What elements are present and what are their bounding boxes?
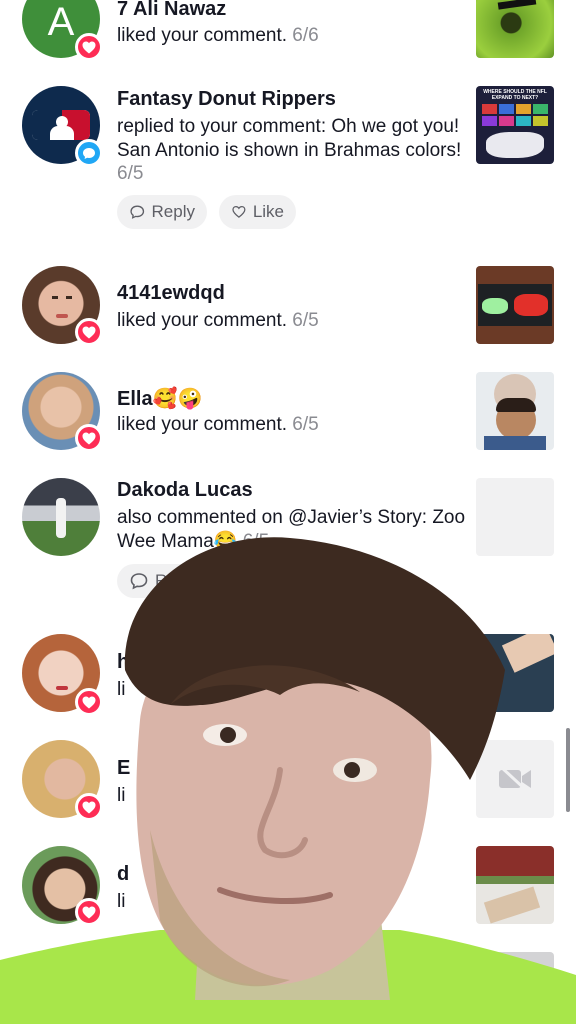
post-thumbnail[interactable] bbox=[476, 952, 554, 1024]
date: 6/5 bbox=[117, 163, 144, 184]
post-thumbnail[interactable] bbox=[476, 372, 554, 450]
username[interactable]: TG bbox=[117, 969, 145, 992]
notification-text: also commented on @Javier’s Story: Zoo W… bbox=[117, 506, 467, 553]
action-text: liked your comment. bbox=[117, 414, 288, 435]
username[interactable]: h bbox=[117, 651, 129, 674]
scrollbar[interactable] bbox=[566, 728, 570, 812]
heart-badge-icon bbox=[75, 898, 103, 926]
notification-text: liked your comment. 6/5 bbox=[117, 309, 467, 333]
post-thumbnail[interactable] bbox=[476, 634, 554, 712]
post-thumbnail[interactable] bbox=[476, 740, 554, 818]
username[interactable]: 7 Ali Nawaz bbox=[117, 0, 226, 21]
date: 6/5 bbox=[242, 530, 270, 552]
username[interactable]: Fantasy Donut Rippers bbox=[117, 88, 336, 111]
notification-text: li bbox=[117, 784, 467, 808]
action-text: replied to your comment: Oh we got you! … bbox=[117, 116, 462, 161]
notification-text: li bbox=[117, 678, 467, 702]
post-thumbnail[interactable] bbox=[476, 0, 554, 58]
username[interactable]: d bbox=[117, 863, 129, 886]
notification-text: liked your comment. 6/6 bbox=[117, 24, 467, 48]
post-thumbnail[interactable] bbox=[476, 266, 554, 344]
reply-button[interactable]: Reply bbox=[117, 195, 207, 229]
reply-label: Reply bbox=[151, 202, 195, 221]
thumbnail-label bbox=[497, 0, 537, 10]
post-thumbnail[interactable] bbox=[476, 846, 554, 924]
thumbnail-caption: WHERE SHOULD THE NFL EXPAND TO NEXT? bbox=[483, 89, 547, 101]
like-label: Like bbox=[252, 202, 284, 221]
action-text: also commented on @Javier’s Story: Zoo W… bbox=[117, 507, 466, 552]
notification-text: liked your comment. 6/5 bbox=[117, 413, 467, 437]
username[interactable]: 4141ewdqd bbox=[117, 282, 225, 305]
notification-text: replied to your comment: Oh we got you! … bbox=[117, 115, 467, 186]
heart-badge-icon bbox=[75, 424, 103, 452]
reply-button[interactable]: Re bbox=[117, 564, 207, 598]
comment-outline-icon bbox=[130, 573, 148, 590]
right-eye bbox=[333, 758, 377, 782]
notification-text: li bbox=[117, 890, 467, 914]
post-thumbnail[interactable]: WHERE SHOULD THE NFL EXPAND TO NEXT? bbox=[476, 86, 554, 164]
action-text: li bbox=[117, 891, 126, 912]
username[interactable]: E bbox=[117, 757, 130, 780]
post-thumbnail[interactable] bbox=[476, 478, 554, 556]
video-off-icon bbox=[499, 765, 531, 793]
league-logo bbox=[32, 110, 90, 140]
left-eye bbox=[203, 724, 247, 746]
action-text: li bbox=[117, 679, 126, 700]
like-button[interactable]: Like bbox=[219, 195, 296, 229]
date: 6/5 bbox=[292, 414, 319, 435]
action-text: liked your comment. bbox=[117, 310, 288, 331]
avatar-letter: A bbox=[47, 0, 75, 44]
username[interactable]: Dakoda Lucas bbox=[117, 479, 253, 502]
heart-badge-icon bbox=[75, 688, 103, 716]
action-text: li bbox=[117, 785, 126, 806]
comment-outline-icon bbox=[130, 205, 145, 219]
heart-badge-icon bbox=[75, 793, 103, 821]
reply-label: Re bbox=[155, 571, 177, 590]
action-text-tail: rites bbox=[313, 997, 350, 1018]
action-text: add bbox=[117, 997, 149, 1018]
us-map bbox=[486, 132, 544, 158]
neck bbox=[195, 910, 390, 1000]
heart-badge-icon bbox=[75, 33, 103, 61]
action-text: liked your comment. bbox=[117, 25, 288, 46]
comment-badge-icon bbox=[75, 139, 103, 167]
avatar[interactable] bbox=[22, 952, 100, 1024]
notification-text: add rites bbox=[117, 996, 467, 1020]
heart-badge-icon bbox=[75, 318, 103, 346]
username[interactable]: Ella🥰🤪 bbox=[117, 386, 202, 411]
date: 6/5 bbox=[292, 310, 319, 331]
avatar[interactable] bbox=[22, 478, 100, 556]
date: 6/6 bbox=[292, 25, 319, 46]
heart-outline-icon bbox=[232, 205, 246, 218]
nose bbox=[257, 767, 308, 859]
